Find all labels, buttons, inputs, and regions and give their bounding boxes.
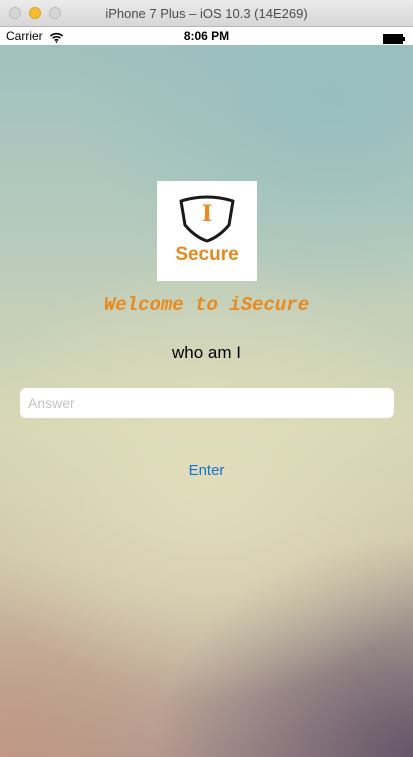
status-time: 8:06 PM xyxy=(183,29,230,43)
window-title: iPhone 7 Plus – iOS 10.3 (14E269) xyxy=(105,6,308,21)
window-titlebar: iPhone 7 Plus – iOS 10.3 (14E269) xyxy=(0,0,413,27)
answer-input[interactable] xyxy=(20,388,394,418)
question-label: who am I xyxy=(172,343,241,362)
simulator-window: iPhone 7 Plus – iOS 10.3 (14E269) Carrie… xyxy=(0,0,413,757)
status-bar: Carrier 8:06 PM xyxy=(0,27,413,45)
shield-icon xyxy=(179,195,235,243)
logo-letter: I xyxy=(201,201,213,227)
logo-word: Secure xyxy=(175,244,239,265)
device-screen: Carrier 8:06 PM I Secure Welcome to iSec… xyxy=(0,27,413,757)
battery-icon xyxy=(383,31,405,44)
welcome-title: Welcome to iSecure xyxy=(103,294,310,316)
isecure-logo: I Secure xyxy=(157,181,257,281)
enter-button[interactable]: Enter xyxy=(170,459,243,481)
